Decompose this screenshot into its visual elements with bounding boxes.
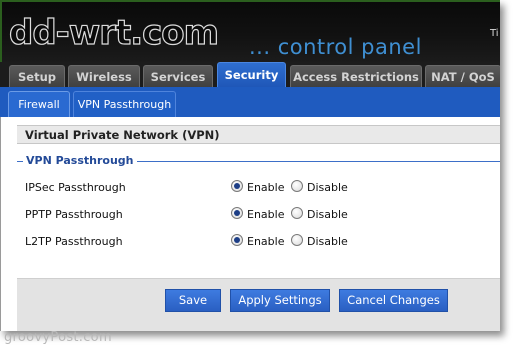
- l2tp-disable-label[interactable]: Disable: [307, 235, 348, 248]
- pptp-enable-label[interactable]: Enable: [247, 208, 284, 221]
- apply-settings-button[interactable]: Apply Settings: [230, 289, 330, 312]
- pptp-disable-label[interactable]: Disable: [307, 208, 348, 221]
- save-button[interactable]: Save: [165, 289, 221, 312]
- ipsec-disable-label[interactable]: Disable: [307, 181, 348, 194]
- l2tp-enable-radio[interactable]: [231, 234, 243, 246]
- tab-nat-qos[interactable]: NAT / QoS: [425, 65, 500, 87]
- tab-security[interactable]: Security: [217, 62, 286, 87]
- time-label: Ti: [490, 28, 499, 39]
- control-panel-tagline: ... control panel: [249, 35, 422, 59]
- ipsec-row: IPSec Passthrough Enable Disable: [17, 178, 500, 198]
- app-window: dd-wrt.com ... control panel Ti Setup Wi…: [0, 0, 500, 331]
- pptp-row: PPTP Passthrough Enable Disable: [17, 205, 500, 225]
- vpn-panel: Virtual Private Network (VPN) VPN Passth…: [17, 125, 500, 265]
- pptp-label: PPTP Passthrough: [25, 208, 123, 221]
- ddwrt-logo: dd-wrt.com: [8, 12, 219, 53]
- tab-services[interactable]: Services: [143, 65, 213, 87]
- pptp-disable-radio[interactable]: [291, 207, 303, 219]
- header: dd-wrt.com ... control panel Ti: [0, 0, 500, 62]
- ipsec-enable-radio[interactable]: [231, 180, 243, 192]
- tab-setup[interactable]: Setup: [9, 65, 65, 87]
- section-title: Virtual Private Network (VPN): [17, 125, 500, 144]
- pptp-enable-radio[interactable]: [231, 207, 243, 219]
- content-area: Virtual Private Network (VPN) VPN Passth…: [0, 117, 500, 331]
- l2tp-enable-label[interactable]: Enable: [247, 235, 284, 248]
- l2tp-label: L2TP Passthrough: [25, 235, 123, 248]
- sub-tab-bar: Firewall VPN Passthrough: [0, 87, 500, 117]
- tab-access-restrictions[interactable]: Access Restrictions: [290, 65, 422, 87]
- ipsec-label: IPSec Passthrough: [25, 181, 126, 194]
- cancel-changes-button[interactable]: Cancel Changes: [339, 289, 448, 312]
- tab-wireless[interactable]: Wireless: [68, 65, 140, 87]
- ipsec-disable-radio[interactable]: [291, 180, 303, 192]
- l2tp-disable-radio[interactable]: [291, 234, 303, 246]
- ipsec-enable-label[interactable]: Enable: [247, 181, 284, 194]
- vpn-passthrough-group: VPN Passthrough IPSec Passthrough Enable…: [17, 154, 500, 265]
- l2tp-row: L2TP Passthrough Enable Disable: [17, 232, 500, 252]
- group-title: VPN Passthrough: [23, 154, 137, 167]
- groovypost-watermark: groovyPost.com: [4, 330, 112, 345]
- main-tab-bar: Setup Wireless Services Security Access …: [0, 62, 500, 87]
- subtab-firewall[interactable]: Firewall: [8, 91, 70, 117]
- button-bar: Save Apply Settings Cancel Changes: [17, 278, 500, 331]
- subtab-vpn-passthrough[interactable]: VPN Passthrough: [73, 91, 176, 117]
